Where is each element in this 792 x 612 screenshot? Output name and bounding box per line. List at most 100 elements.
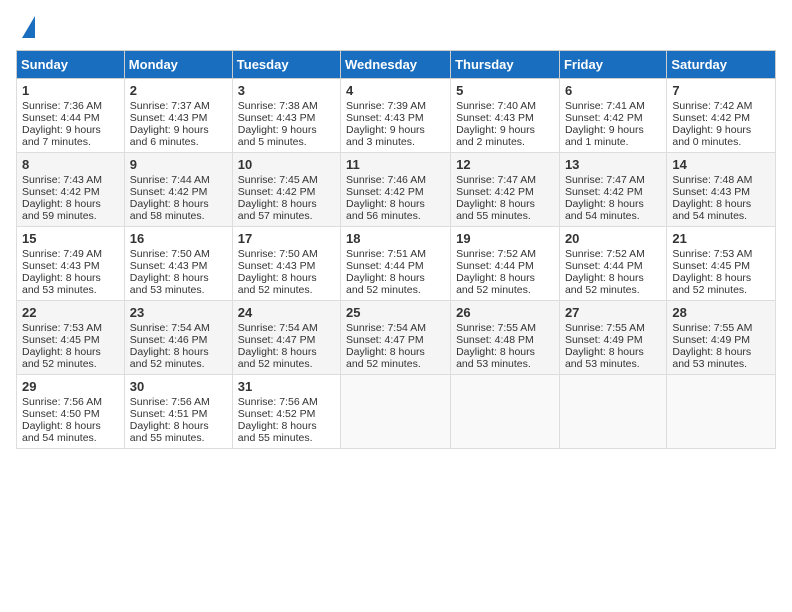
sunset: Sunset: 4:43 PM: [346, 112, 424, 124]
sunset: Sunset: 4:42 PM: [456, 186, 534, 198]
day-cell: 13Sunrise: 7:47 AMSunset: 4:42 PMDayligh…: [559, 153, 666, 227]
day-cell: 2Sunrise: 7:37 AMSunset: 4:43 PMDaylight…: [124, 79, 232, 153]
day-number: 2: [130, 83, 227, 98]
sunrise: Sunrise: 7:56 AM: [130, 396, 210, 408]
daylight: Daylight: 8 hours and 54 minutes.: [565, 198, 644, 222]
daylight: Daylight: 8 hours and 52 minutes.: [672, 272, 751, 296]
sunrise: Sunrise: 7:56 AM: [238, 396, 318, 408]
sunrise: Sunrise: 7:43 AM: [22, 174, 102, 186]
sunset: Sunset: 4:43 PM: [130, 260, 208, 272]
daylight: Daylight: 8 hours and 52 minutes.: [238, 272, 317, 296]
sunset: Sunset: 4:49 PM: [672, 334, 750, 346]
day-number: 28: [672, 305, 770, 320]
daylight: Daylight: 9 hours and 3 minutes.: [346, 124, 425, 148]
header-cell-friday: Friday: [559, 51, 666, 79]
sunset: Sunset: 4:43 PM: [672, 186, 750, 198]
week-row-2: 8Sunrise: 7:43 AMSunset: 4:42 PMDaylight…: [17, 153, 776, 227]
sunset: Sunset: 4:42 PM: [672, 112, 750, 124]
daylight: Daylight: 8 hours and 52 minutes.: [346, 272, 425, 296]
day-number: 29: [22, 379, 119, 394]
day-cell: 17Sunrise: 7:50 AMSunset: 4:43 PMDayligh…: [232, 227, 340, 301]
header: [16, 16, 776, 38]
sunset: Sunset: 4:50 PM: [22, 408, 100, 420]
daylight: Daylight: 8 hours and 52 minutes.: [346, 346, 425, 370]
day-cell: 23Sunrise: 7:54 AMSunset: 4:46 PMDayligh…: [124, 301, 232, 375]
sunrise: Sunrise: 7:50 AM: [130, 248, 210, 260]
day-cell: 3Sunrise: 7:38 AMSunset: 4:43 PMDaylight…: [232, 79, 340, 153]
day-cell: 10Sunrise: 7:45 AMSunset: 4:42 PMDayligh…: [232, 153, 340, 227]
daylight: Daylight: 9 hours and 0 minutes.: [672, 124, 751, 148]
day-cell: 26Sunrise: 7:55 AMSunset: 4:48 PMDayligh…: [451, 301, 560, 375]
sunset: Sunset: 4:43 PM: [238, 260, 316, 272]
sunrise: Sunrise: 7:53 AM: [22, 322, 102, 334]
day-number: 26: [456, 305, 554, 320]
day-number: 27: [565, 305, 661, 320]
day-cell: 20Sunrise: 7:52 AMSunset: 4:44 PMDayligh…: [559, 227, 666, 301]
sunrise: Sunrise: 7:47 AM: [565, 174, 645, 186]
daylight: Daylight: 8 hours and 52 minutes.: [22, 346, 101, 370]
sunrise: Sunrise: 7:49 AM: [22, 248, 102, 260]
day-number: 24: [238, 305, 335, 320]
sunset: Sunset: 4:42 PM: [22, 186, 100, 198]
sunset: Sunset: 4:44 PM: [346, 260, 424, 272]
day-cell: 11Sunrise: 7:46 AMSunset: 4:42 PMDayligh…: [341, 153, 451, 227]
day-cell: 24Sunrise: 7:54 AMSunset: 4:47 PMDayligh…: [232, 301, 340, 375]
day-number: 4: [346, 83, 445, 98]
sunrise: Sunrise: 7:46 AM: [346, 174, 426, 186]
calendar-header-row: SundayMondayTuesdayWednesdayThursdayFrid…: [17, 51, 776, 79]
day-cell: 16Sunrise: 7:50 AMSunset: 4:43 PMDayligh…: [124, 227, 232, 301]
day-number: 31: [238, 379, 335, 394]
sunrise: Sunrise: 7:37 AM: [130, 100, 210, 112]
daylight: Daylight: 9 hours and 2 minutes.: [456, 124, 535, 148]
sunrise: Sunrise: 7:55 AM: [456, 322, 536, 334]
week-row-1: 1Sunrise: 7:36 AMSunset: 4:44 PMDaylight…: [17, 79, 776, 153]
day-cell: 7Sunrise: 7:42 AMSunset: 4:42 PMDaylight…: [667, 79, 776, 153]
sunset: Sunset: 4:45 PM: [672, 260, 750, 272]
day-cell: 30Sunrise: 7:56 AMSunset: 4:51 PMDayligh…: [124, 375, 232, 449]
day-number: 18: [346, 231, 445, 246]
header-cell-tuesday: Tuesday: [232, 51, 340, 79]
sunset: Sunset: 4:44 PM: [565, 260, 643, 272]
sunrise: Sunrise: 7:56 AM: [22, 396, 102, 408]
day-cell: 8Sunrise: 7:43 AMSunset: 4:42 PMDaylight…: [17, 153, 125, 227]
day-number: 13: [565, 157, 661, 172]
sunset: Sunset: 4:43 PM: [22, 260, 100, 272]
sunset: Sunset: 4:46 PM: [130, 334, 208, 346]
daylight: Daylight: 8 hours and 53 minutes.: [130, 272, 209, 296]
sunrise: Sunrise: 7:52 AM: [456, 248, 536, 260]
day-cell: 4Sunrise: 7:39 AMSunset: 4:43 PMDaylight…: [341, 79, 451, 153]
week-row-4: 22Sunrise: 7:53 AMSunset: 4:45 PMDayligh…: [17, 301, 776, 375]
logo: [16, 16, 35, 38]
day-cell: 12Sunrise: 7:47 AMSunset: 4:42 PMDayligh…: [451, 153, 560, 227]
day-cell: 27Sunrise: 7:55 AMSunset: 4:49 PMDayligh…: [559, 301, 666, 375]
week-row-5: 29Sunrise: 7:56 AMSunset: 4:50 PMDayligh…: [17, 375, 776, 449]
day-cell: 25Sunrise: 7:54 AMSunset: 4:47 PMDayligh…: [341, 301, 451, 375]
sunset: Sunset: 4:44 PM: [22, 112, 100, 124]
daylight: Daylight: 8 hours and 54 minutes.: [22, 420, 101, 444]
sunset: Sunset: 4:51 PM: [130, 408, 208, 420]
daylight: Daylight: 8 hours and 54 minutes.: [672, 198, 751, 222]
sunrise: Sunrise: 7:40 AM: [456, 100, 536, 112]
sunrise: Sunrise: 7:53 AM: [672, 248, 752, 260]
day-number: 1: [22, 83, 119, 98]
daylight: Daylight: 8 hours and 55 minutes.: [130, 420, 209, 444]
logo-triangle: [22, 16, 35, 38]
sunrise: Sunrise: 7:41 AM: [565, 100, 645, 112]
daylight: Daylight: 8 hours and 55 minutes.: [456, 198, 535, 222]
sunset: Sunset: 4:47 PM: [238, 334, 316, 346]
sunrise: Sunrise: 7:55 AM: [565, 322, 645, 334]
week-row-3: 15Sunrise: 7:49 AMSunset: 4:43 PMDayligh…: [17, 227, 776, 301]
sunrise: Sunrise: 7:48 AM: [672, 174, 752, 186]
day-number: 19: [456, 231, 554, 246]
header-cell-wednesday: Wednesday: [341, 51, 451, 79]
day-cell: [341, 375, 451, 449]
calendar-table: SundayMondayTuesdayWednesdayThursdayFrid…: [16, 50, 776, 449]
sunrise: Sunrise: 7:55 AM: [672, 322, 752, 334]
day-cell: 29 Sunrise: 7:56 AMSunset: 4:50 PMDayligh…: [17, 375, 125, 449]
day-cell: [451, 375, 560, 449]
sunset: Sunset: 4:42 PM: [130, 186, 208, 198]
sunset: Sunset: 4:42 PM: [565, 112, 643, 124]
day-cell: 21Sunrise: 7:53 AMSunset: 4:45 PMDayligh…: [667, 227, 776, 301]
header-cell-monday: Monday: [124, 51, 232, 79]
day-number: 9: [130, 157, 227, 172]
